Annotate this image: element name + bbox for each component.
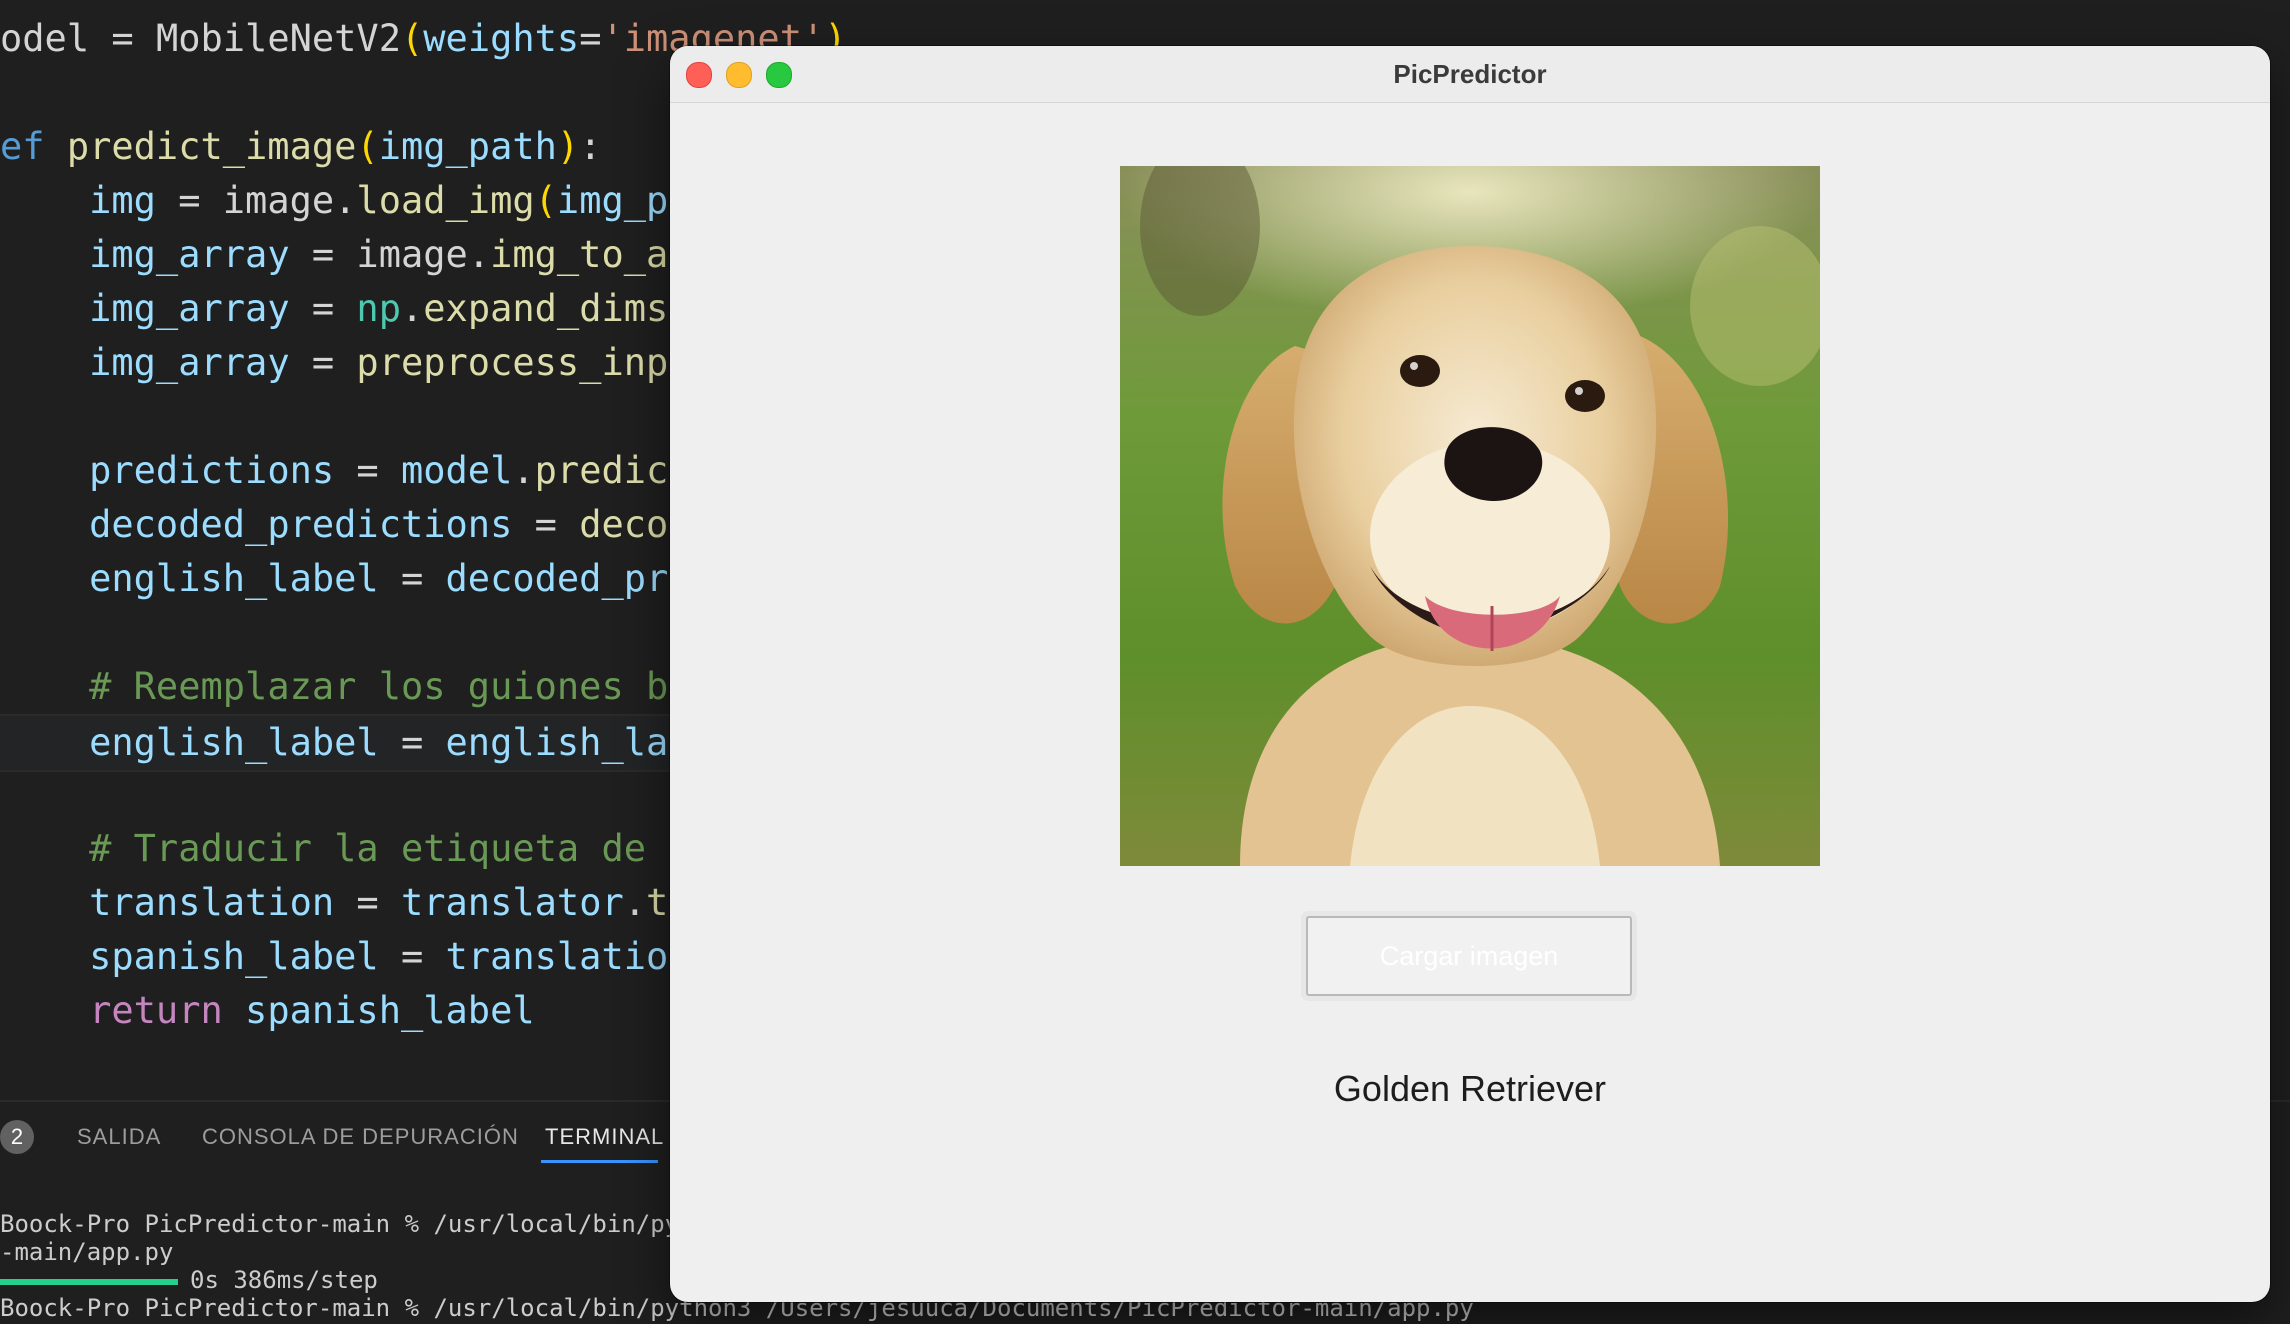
code-token: (	[356, 125, 379, 168]
code-line[interactable]: translation = translator.tra	[0, 876, 713, 930]
code-token: spanish_label	[89, 935, 379, 978]
terminal-line: Boock-Pro PicPredictor-main % /usr/local…	[0, 1210, 694, 1238]
code-token: = image.	[155, 179, 357, 222]
code-token: np	[356, 287, 401, 330]
code-line[interactable]: predictions = model.predict(	[0, 444, 713, 498]
code-token: :	[579, 125, 602, 168]
code-token: spanish_label	[245, 989, 535, 1032]
dog-image	[1120, 166, 1820, 866]
code-line[interactable]: english_label = english_labe	[0, 714, 713, 772]
code-line[interactable]: ef predict_image(img_path):	[0, 120, 601, 174]
panel-tab-bar: 2 SALIDA CONSOLA DE DEPURACIÓN TERMINAL	[0, 1102, 700, 1166]
code-token: (	[534, 179, 557, 222]
code-token: translation	[445, 935, 691, 978]
code-token: translation	[89, 881, 335, 924]
terminal-progress-text: 0s 386ms/step	[190, 1266, 378, 1294]
tab-debug-console[interactable]: CONSOLA DE DEPURACIÓN	[202, 1124, 519, 1150]
code-line[interactable]: english_label = decoded_pred	[0, 552, 713, 606]
picpredictor-window: PicPredictor Cargar imagen Golden Retrie…	[670, 46, 2270, 1302]
code-token: =	[378, 721, 446, 764]
code-line[interactable]: img_array = np.expand_dims(i	[0, 282, 713, 336]
code-token: img	[89, 179, 156, 222]
code-line[interactable]: img = image.load_img(img_pat	[0, 174, 713, 228]
code-token: =	[579, 17, 602, 60]
terminal-line: -main/app.py	[0, 1238, 174, 1266]
code-line[interactable]: # Traducir la etiqueta de la	[0, 822, 713, 876]
code-line[interactable]: return spanish_label	[0, 984, 535, 1038]
code-token: preprocess_input	[356, 341, 713, 384]
code-token: img_array	[89, 233, 290, 276]
code-token: =	[289, 287, 357, 330]
code-line[interactable]: img_array = image.img_to_arr	[0, 228, 713, 282]
code-token: =	[334, 881, 401, 924]
code-token: translator	[400, 881, 624, 924]
window-titlebar[interactable]: PicPredictor	[670, 46, 2270, 103]
code-line[interactable]: decoded_predictions = decode	[0, 498, 713, 552]
code-token: # Traducir la etiqueta de la	[89, 827, 713, 870]
code-token: img_array	[89, 341, 290, 384]
load-image-button[interactable]: Cargar imagen	[1306, 916, 1632, 996]
code-token: weights	[423, 17, 580, 60]
code-token: (	[400, 17, 424, 60]
prediction-result-label: Golden Retriever	[1333, 1068, 1607, 1109]
code-token: =	[512, 503, 580, 546]
code-token: img_path	[378, 125, 557, 168]
code-token: return	[89, 989, 246, 1032]
window-title: PicPredictor	[1393, 59, 1547, 89]
terminal-progress-bar	[0, 1279, 178, 1285]
code-token: .	[400, 287, 424, 330]
code-token: predict_image	[66, 125, 357, 168]
code-token: predict	[534, 449, 691, 492]
code-token: =	[378, 557, 446, 600]
maximize-window-button[interactable]	[766, 62, 792, 88]
code-token: decoded_predictions	[89, 503, 513, 546]
code-token: model	[400, 449, 513, 492]
code-token: )	[556, 125, 580, 168]
code-token: MobileNetV2	[155, 17, 401, 60]
code-token: odel =	[0, 17, 156, 60]
code-token: .	[623, 881, 647, 924]
code-line[interactable]: # Reemplazar los guiones baj	[0, 660, 713, 714]
code-token: img_array	[89, 287, 290, 330]
code-token: ef	[0, 125, 67, 168]
problems-count-badge[interactable]: 2	[0, 1120, 34, 1154]
code-token: =	[334, 449, 401, 492]
code-line[interactable]: img_array = preprocess_input	[0, 336, 713, 390]
code-token: =	[378, 935, 446, 978]
code-token: =	[289, 341, 357, 384]
code-token: # Reemplazar los guiones baj	[89, 665, 713, 708]
minimize-window-button[interactable]	[726, 62, 752, 88]
code-token: .	[512, 449, 535, 492]
code-line[interactable]: spanish_label = translation.	[0, 930, 713, 984]
tab-terminal[interactable]: TERMINAL	[545, 1124, 664, 1150]
code-token: expand_dims	[423, 287, 669, 330]
code-token: = image.	[289, 233, 491, 276]
close-window-button[interactable]	[686, 62, 712, 88]
code-token: english_label	[89, 721, 379, 764]
code-token: load_img	[356, 179, 535, 222]
active-tab-indicator	[541, 1160, 658, 1163]
code-token: english_label	[89, 557, 379, 600]
tab-output[interactable]: SALIDA	[77, 1124, 161, 1150]
code-token: predictions	[89, 449, 335, 492]
